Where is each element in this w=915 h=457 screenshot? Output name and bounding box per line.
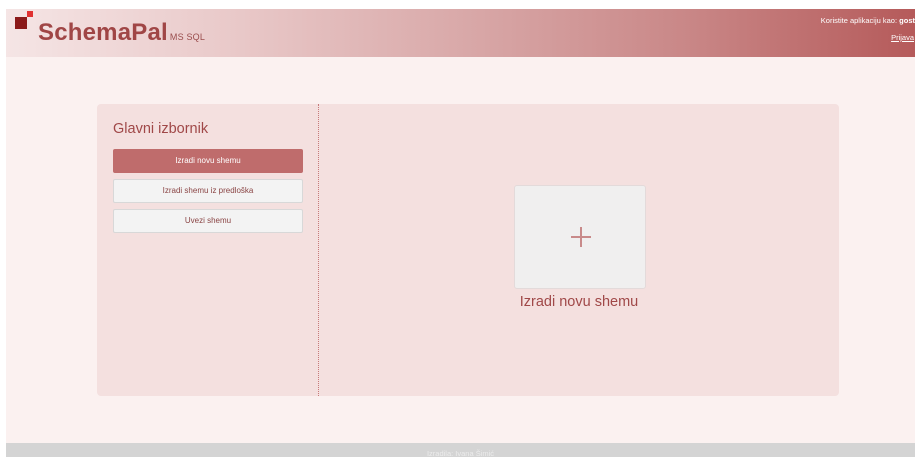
main-panel: Glavni izbornik Izradi novu shemu Izradi… [97,104,839,396]
user-status-label: Koristite aplikaciju kao: [820,16,900,25]
new-schema-tile-label[interactable]: Izradi novu shemu [479,294,679,310]
page: SchemaPal MS SQL Koristite aplikaciju kao… [0,0,915,457]
user-name: gost [899,16,915,25]
footer: Izradila: Ivana Šimić [6,443,915,457]
panel-divider [318,104,319,396]
import-schema-button[interactable]: Uvezi shemu [113,209,303,233]
plus-icon [571,227,591,247]
login-link[interactable]: Prijava [891,33,914,42]
plus-icon-vertical [580,227,582,247]
brand-name: SchemaPal [38,19,168,46]
logo-square-large [15,17,27,29]
create-new-schema-button[interactable]: Izradi novu shemu [113,149,303,173]
logo-square-small [27,11,33,17]
create-from-template-button[interactable]: Izradi shemu iz predloška [113,179,303,203]
brand-subtitle: MS SQL [169,32,206,42]
menu-title: Glavni izbornik [113,121,209,137]
logo-icon [15,11,35,29]
user-status: Koristite aplikaciju kao: gost [821,16,915,25]
content-area: Glavni izbornik Izradi novu shemu Izradi… [6,57,915,443]
new-schema-tile[interactable] [514,185,646,289]
app-brand: SchemaPal MS SQL [38,19,205,47]
app-header: SchemaPal MS SQL Koristite aplikaciju kao… [6,9,915,57]
footer-credit: Izradila: Ivana Šimić [426,449,495,457]
